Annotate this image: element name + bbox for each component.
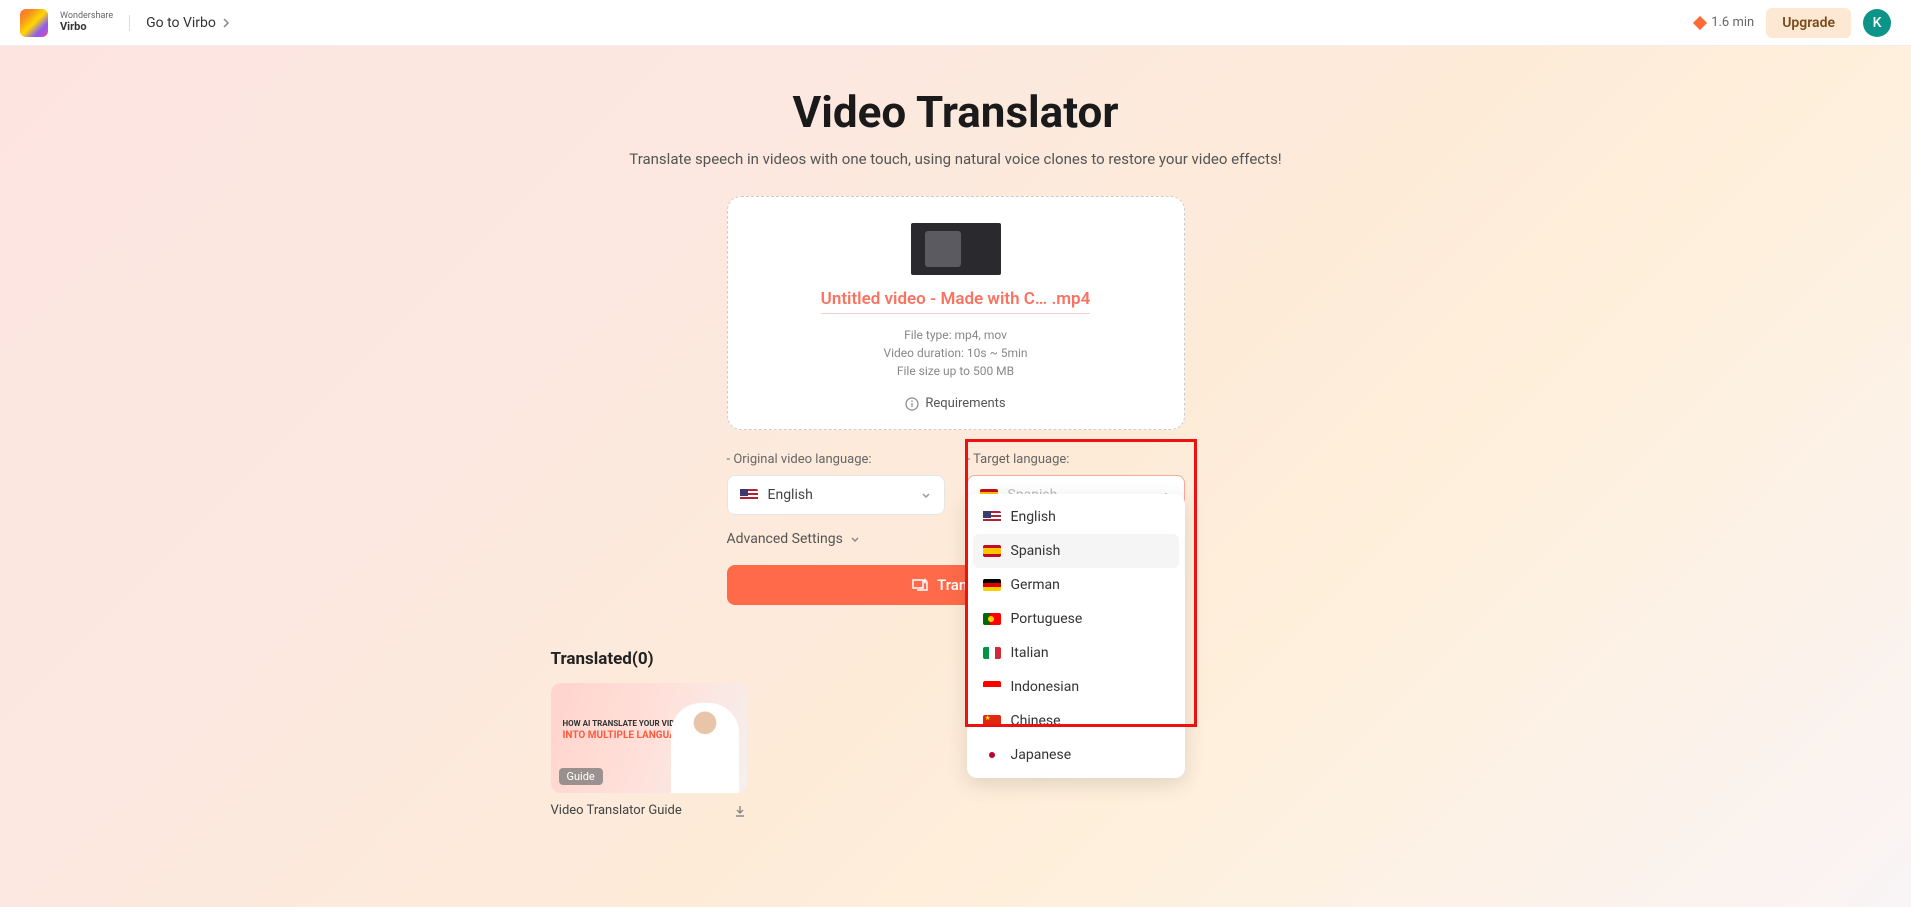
time-remaining: 1.6 min (1695, 15, 1754, 30)
uploaded-filename: Untitled video - Made with C… .mp4 (821, 289, 1091, 314)
requirements-link[interactable]: Requirements (758, 396, 1154, 411)
flag-de-icon (983, 579, 1001, 591)
page-subtitle: Translate speech in videos with one touc… (0, 150, 1911, 168)
original-language-label: - Original video language: (727, 452, 945, 467)
info-icon (905, 397, 919, 411)
lang-option-es[interactable]: Spanish (973, 534, 1179, 568)
chevron-down-icon (920, 489, 932, 501)
flag-jp-icon (983, 749, 1001, 761)
lang-option-id[interactable]: Indonesian (973, 670, 1179, 704)
lang-option-us[interactable]: English (973, 500, 1179, 534)
lang-option-it[interactable]: Italian (973, 636, 1179, 670)
guide-person-graphic (671, 703, 739, 793)
guide-item-label: Video Translator Guide (551, 803, 682, 818)
lang-option-pt[interactable]: Portuguese (973, 602, 1179, 636)
req-file-type: File type: mp4, mov (758, 326, 1154, 344)
video-thumbnail (911, 223, 1001, 275)
lang-option-de[interactable]: German (973, 568, 1179, 602)
original-language-select[interactable]: English (727, 475, 945, 515)
upload-card[interactable]: Untitled video - Made with C… .mp4 File … (727, 196, 1185, 430)
header-left: Wondershare Virbo Go to Virbo (20, 9, 232, 37)
req-duration: Video duration: 10s ~ 5min (758, 344, 1154, 362)
flag-id-icon (983, 681, 1001, 693)
req-size: File size up to 500 MB (758, 362, 1154, 380)
flag-pt-icon (983, 613, 1001, 625)
target-language-label: - Target language: (967, 452, 1185, 467)
translated-heading: Translated(0) (551, 649, 1361, 669)
flag-cn-icon (983, 715, 1001, 727)
flag-es-icon (983, 545, 1001, 557)
translate-icon (911, 576, 929, 594)
guide-badge: Guide (559, 768, 603, 785)
chevron-right-icon (220, 17, 232, 29)
brand-text: Wondershare Virbo (60, 12, 113, 34)
diamond-icon (1693, 15, 1707, 29)
guide-thumbnail: HOW AI TRANSLATE YOUR VIDEOS INTO MULTIP… (551, 683, 747, 793)
target-language-dropdown: EnglishSpanishGermanPortugueseItalianInd… (967, 494, 1185, 778)
flag-us-icon (740, 489, 758, 501)
divider (129, 15, 130, 31)
download-icon[interactable] (733, 804, 747, 818)
app-logo (20, 9, 48, 37)
language-controls: - Original video language: English - Tar… (727, 452, 1185, 515)
flag-it-icon (983, 647, 1001, 659)
goto-virbo-link[interactable]: Go to Virbo (146, 15, 232, 31)
chevron-down-icon (849, 533, 861, 545)
translated-section: Translated(0) HOW AI TRANSLATE YOUR VIDE… (551, 649, 1361, 818)
guide-card[interactable]: HOW AI TRANSLATE YOUR VIDEOS INTO MULTIP… (551, 683, 747, 818)
main-content: Video Translator Translate speech in vid… (0, 46, 1911, 907)
user-avatar[interactable]: K (1863, 9, 1891, 37)
upgrade-button[interactable]: Upgrade (1766, 8, 1851, 38)
header-right: 1.6 min Upgrade K (1695, 8, 1891, 38)
original-language-col: - Original video language: English (727, 452, 945, 515)
page-title: Video Translator (0, 86, 1911, 138)
flag-us-icon (983, 511, 1001, 523)
lang-option-jp[interactable]: Japanese (973, 738, 1179, 772)
lang-option-cn[interactable]: Chinese (973, 704, 1179, 738)
app-header: Wondershare Virbo Go to Virbo 1.6 min Up… (0, 0, 1911, 46)
